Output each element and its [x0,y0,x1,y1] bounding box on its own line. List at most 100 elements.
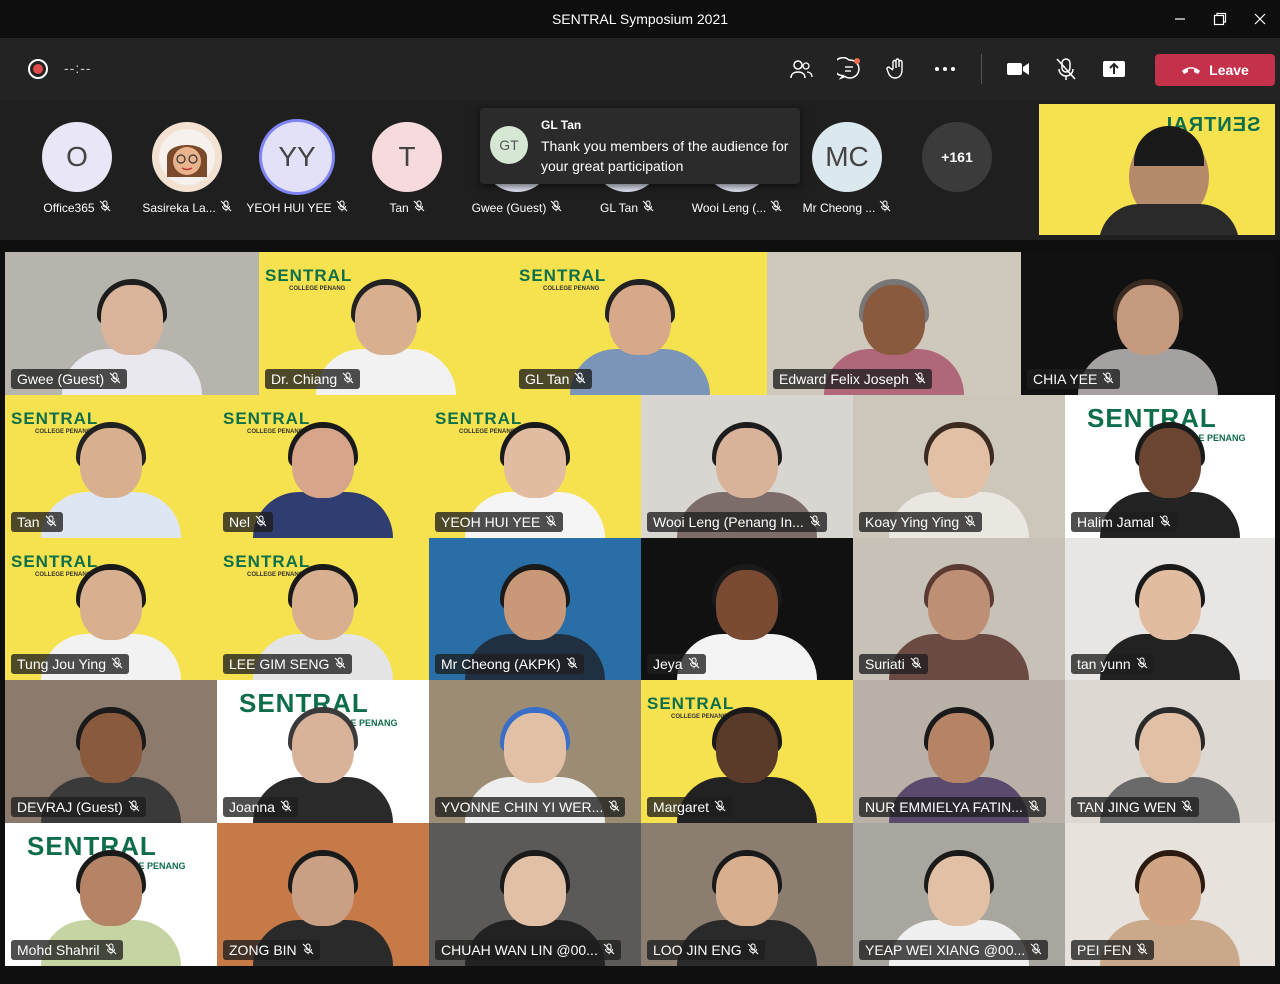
video-tile[interactable]: YVONNE CHIN YI WER... [429,680,641,824]
video-tile[interactable]: SENTRAL COLLEGE PENANG Nel [217,394,429,538]
close-icon[interactable] [1240,0,1280,38]
chat-notification[interactable]: GT GL Tan Thank you members of the audie… [480,108,800,184]
video-tile[interactable]: TAN JING WEN [1065,680,1275,824]
camera-icon[interactable] [1004,55,1032,83]
mic-muted-icon [334,656,346,672]
leave-button[interactable]: Leave [1155,54,1275,86]
video-tile[interactable]: CHIA YEE [1021,252,1275,395]
avatar: O [42,122,112,192]
participant-nameplate: GL Tan [519,368,593,389]
video-tile[interactable]: NUR EMMIELYA FATIN... [853,680,1065,824]
participant-nameplate: Wooi Leng (Penang In... [647,511,827,532]
video-tile[interactable]: Gwee (Guest) [5,252,259,395]
more-options-icon[interactable] [931,55,959,83]
avatar: MC [812,122,882,192]
video-tile[interactable]: SENTRAL COLLEGE PENANG Tan [5,394,217,538]
sentral-banner: SENTRAL [647,694,735,714]
more-participants-button[interactable]: +161 [922,122,992,192]
minimize-icon[interactable] [1160,0,1200,38]
mic-muted-icon [342,371,354,387]
participant-nameplate: Mr Cheong (AKPK) [435,654,584,675]
participant-name-label: GL Tan [599,200,639,215]
mic-muted-icon [545,514,557,530]
phone-hangup-icon [1182,67,1201,74]
mic-muted-icon [128,799,140,815]
participant-name: Suriati [865,656,905,673]
strip-participant[interactable]: Sasireka La... [132,122,242,222]
mic-muted-icon [280,799,292,815]
mic-muted-icon [964,514,976,530]
avatar: T [372,122,442,192]
video-tile[interactable]: SENTRAL COLLEGE PENANG Dr. Chiang [259,252,513,395]
mic-muted-icon[interactable] [1052,55,1080,83]
video-tile[interactable]: CHUAH WAN LIN @00... [429,823,641,966]
participant-face [716,713,778,784]
chat-icon[interactable] [835,55,863,83]
strip-participant-name: YEOH HUI YEE [242,200,352,215]
participant-name: YEAP WEI XIANG @00... [865,941,1026,958]
participant-nameplate: Tan [11,511,63,532]
toolbar-divider [981,54,982,84]
participant-nameplate: Koay Ying Ying [859,511,983,532]
participant-nameplate: LOO JIN ENG [647,939,765,960]
participant-nameplate: Nel [223,511,274,532]
mic-muted-icon [910,656,922,672]
participant-face [80,713,142,784]
video-tile[interactable]: Suriati [853,537,1065,681]
mic-muted-icon [109,371,121,387]
video-tile[interactable]: Jeya [641,537,853,681]
video-tile[interactable]: SENTRAL COLLEGE PENANG YEOH HUI YEE [429,394,641,538]
participant-nameplate: Joanna [223,797,298,818]
participant-nameplate: ZONG BIN [223,939,320,960]
video-tile[interactable]: SENTRAL COLLEGE PENANG Margaret [641,680,853,824]
participant-name: tan yunn [1077,656,1131,673]
strip-participant[interactable]: O Office365 [22,122,132,222]
video-tile[interactable]: SENTRAL COLLEGE PENANG Tung Jou Ying [5,537,217,681]
mic-muted-icon [413,200,425,215]
chat-sender-name: GL Tan [541,118,582,132]
video-tile[interactable]: LOO JIN ENG [641,823,853,966]
mic-muted-icon [1136,656,1148,672]
video-tile[interactable]: tan yunn [1065,537,1275,681]
strip-participant[interactable]: T Tan [352,122,462,222]
video-tile[interactable]: YEAP WEI XIANG @00... [853,823,1065,966]
video-tile[interactable]: Mr Cheong (AKPK) [429,537,641,681]
participant-nameplate: PEI FEN [1071,939,1155,960]
video-tile[interactable]: SENTRAL COLLEGE PENANG Halim Jamal [1065,394,1275,538]
participant-nameplate: Edward Felix Joseph [773,368,932,389]
participant-face [504,427,566,498]
title-bar: SENTRAL Symposium 2021 [0,0,1280,38]
participant-name: Tan [17,513,40,530]
participant-name: Mohd Shahril [17,941,100,958]
people-icon[interactable] [787,55,815,83]
sentral-banner: SENTRAL [519,266,607,285]
participant-nameplate: YVONNE CHIN YI WER... [435,797,625,818]
video-tile[interactable]: ZONG BIN [217,823,429,966]
raise-hand-icon[interactable] [883,55,911,83]
participant-nameplate: Gwee (Guest) [11,368,128,389]
participant-face [80,570,142,641]
strip-participant[interactable]: MC Mr Cheong ... [792,122,902,222]
video-tile[interactable]: SENTRAL COLLEGE PENANG LEE GIM SENG [217,537,429,681]
maximize-icon[interactable] [1200,0,1240,38]
participant-face [1139,855,1201,926]
video-tile[interactable]: DEVRAJ (Guest) [5,680,217,824]
video-tile[interactable]: PEI FEN [1065,823,1275,966]
participant-face [292,570,354,641]
participant-nameplate: tan yunn [1071,654,1154,675]
participant-face [101,284,163,355]
participant-face [1139,570,1201,641]
participant-name: Koay Ying Ying [865,513,960,530]
video-tile[interactable]: Edward Felix Joseph [767,252,1021,395]
memoji-avatar-icon [159,129,215,185]
participant-body [253,491,393,538]
strip-participant[interactable]: YY YEOH HUI YEE [242,122,352,222]
video-tile[interactable]: Koay Ying Ying [853,394,1065,538]
video-tile[interactable]: SENTRAL COLLEGE PENANG GL Tan [513,252,767,395]
video-tile[interactable]: Wooi Leng (Penang In... [641,394,853,538]
share-screen-icon[interactable] [1100,55,1128,83]
video-tile[interactable]: SENTRAL COLLEGE PENANG Joanna [217,680,429,824]
mic-muted-icon [1136,942,1148,958]
presenter-video[interactable]: SENTRAL [1039,104,1275,235]
video-tile[interactable]: SENTRAL COLLEGE PENANG Mohd Shahril [5,823,217,966]
